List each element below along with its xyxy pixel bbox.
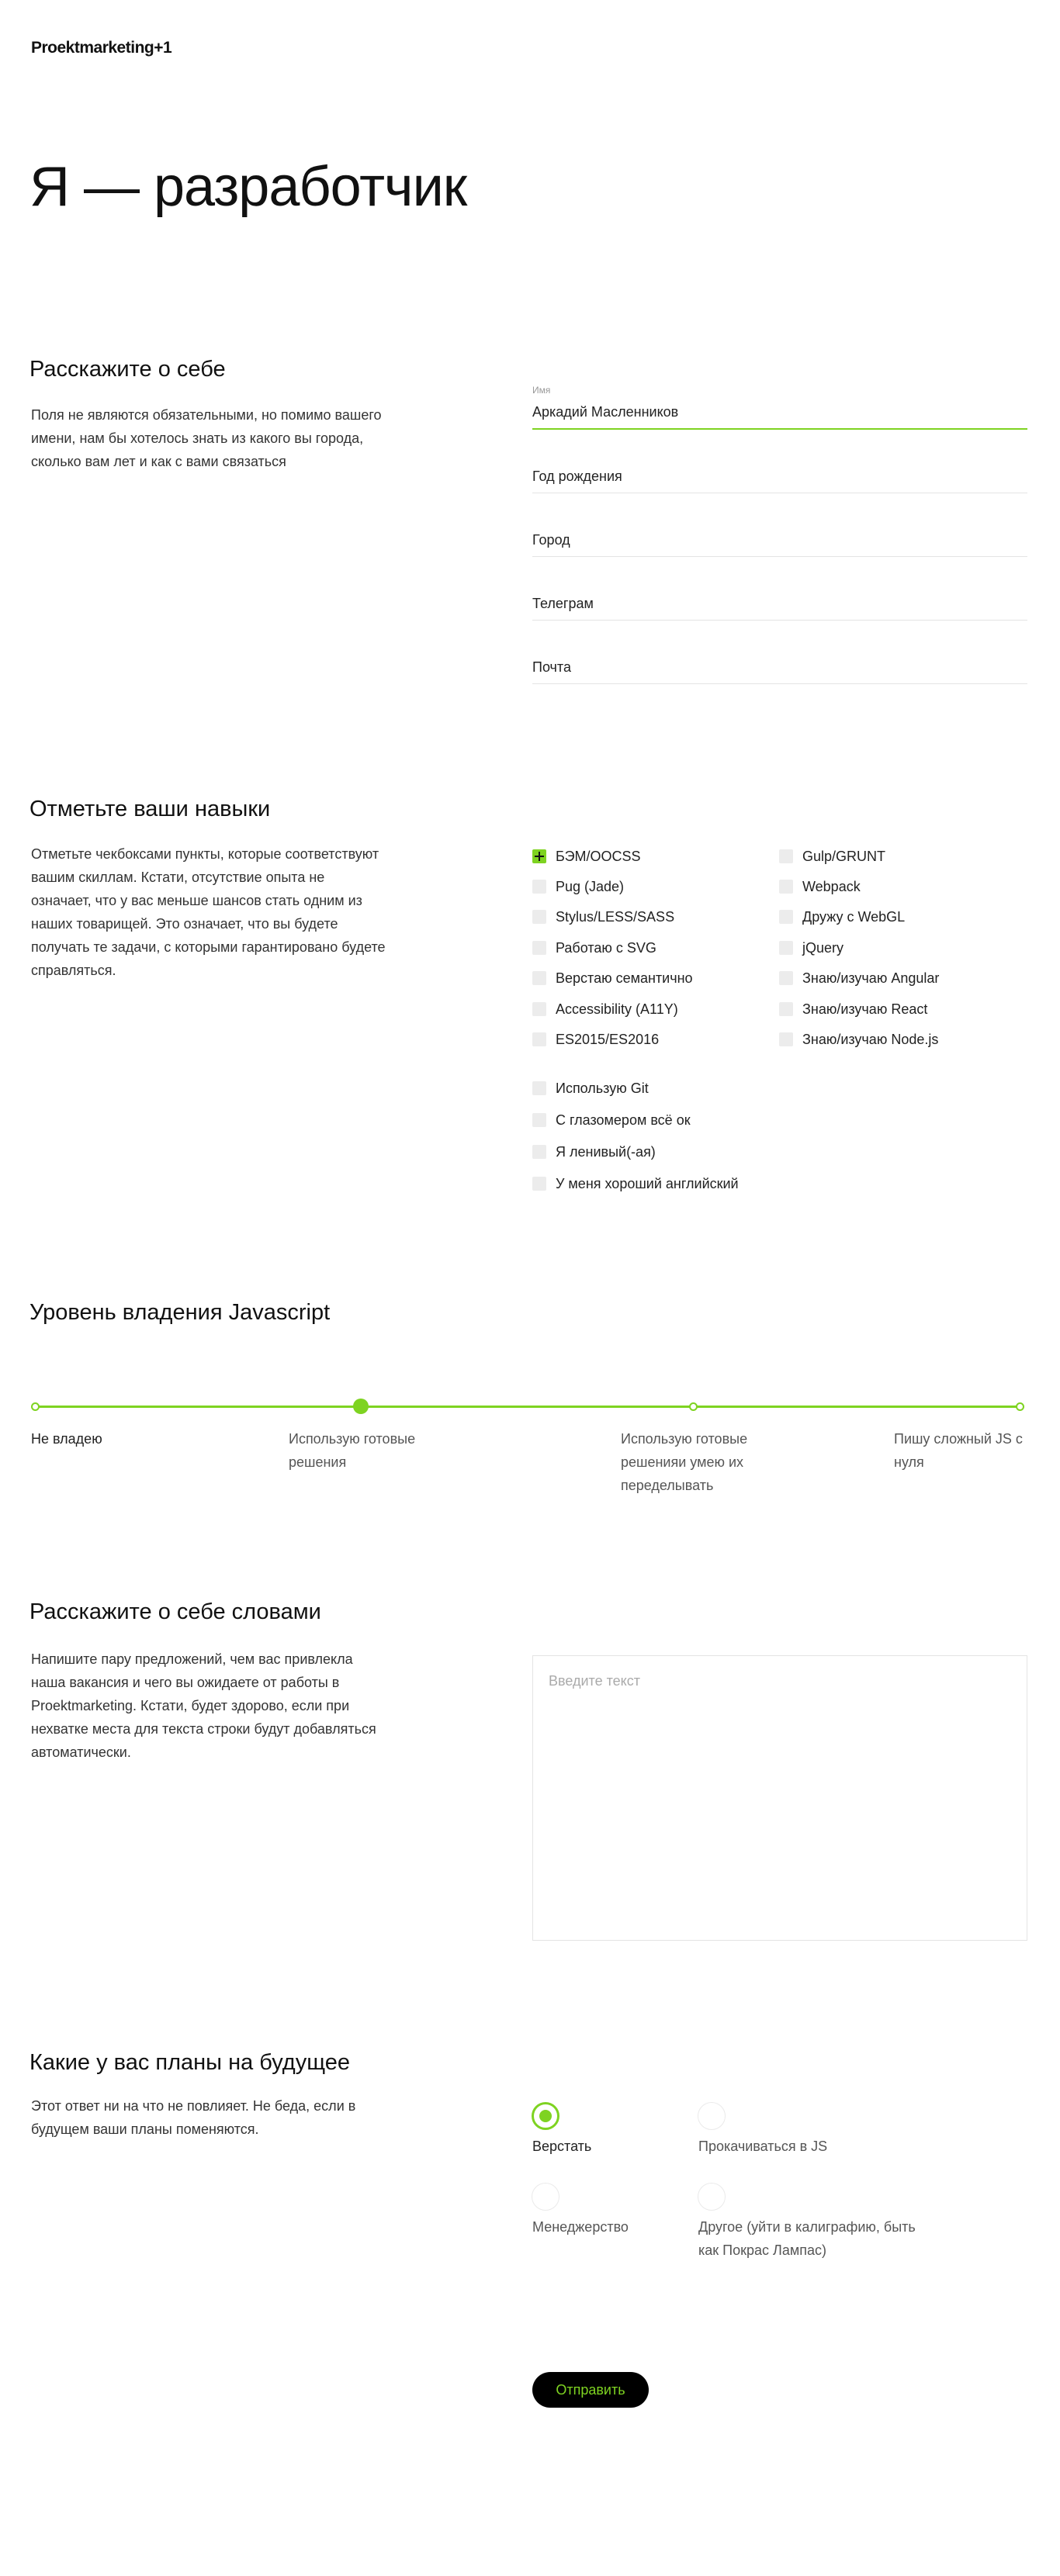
skill-checkbox[interactable]: Знаю/изучаю Angular: [779, 969, 939, 987]
skills-description: Отметьте чекбоксами пункты, которые соот…: [31, 846, 386, 978]
checkbox-icon: [532, 1032, 546, 1046]
radio-management[interactable]: [532, 2183, 559, 2211]
name-field[interactable]: Имя Аркадий Масленников: [532, 385, 1027, 430]
birth-year-label: Год рождения: [532, 469, 622, 484]
skill-checkbox[interactable]: Знаю/изучаю React: [779, 1000, 927, 1018]
radio-verstat[interactable]: [532, 2102, 559, 2130]
plan-label-0[interactable]: Верстать: [532, 2135, 591, 2158]
plan-label-3[interactable]: Другое (уйти в калиграфию, быть как Покр…: [698, 2215, 923, 2262]
plan-label-1[interactable]: Прокачиваться в JS: [698, 2135, 827, 2158]
plans-description: Этот ответ ни на что не повлияет. Не бед…: [31, 2098, 356, 2137]
skill-checkbox[interactable]: ES2015/ES2016: [532, 1030, 659, 1049]
checkbox-icon: [779, 1002, 793, 1016]
skill-checkbox[interactable]: Stylus/LESS/SASS: [532, 908, 674, 926]
skill-checkbox[interactable]: Дружу с WebGL: [779, 908, 905, 926]
checkbox-icon: [532, 1177, 546, 1191]
telegram-field[interactable]: Телеграм: [532, 586, 1027, 621]
plans-title: Какие у вас планы на будущее: [29, 2050, 351, 2075]
skill-checkbox[interactable]: Я ленивый(-ая): [532, 1143, 656, 1161]
checkbox-checked-icon: [532, 849, 546, 863]
about-title: Расскажите о себе: [29, 357, 226, 382]
about-words-title: Расскажите о себе словами: [29, 1599, 321, 1624]
name-value: Аркадий Масленников: [532, 404, 679, 420]
skill-checkbox[interactable]: Верстаю семантично: [532, 969, 693, 987]
level-label-0[interactable]: Не владею: [31, 1427, 186, 1451]
submit-button[interactable]: Отправить: [532, 2372, 649, 2408]
skill-checkbox[interactable]: Знаю/изучаю Node.js: [779, 1030, 938, 1049]
checkbox-icon: [532, 1002, 546, 1016]
skill-checkbox[interactable]: У меня хороший английский: [532, 1174, 739, 1193]
skill-checkbox[interactable]: jQuery: [779, 939, 843, 957]
checkbox-icon: [532, 941, 546, 955]
checkbox-icon: [779, 941, 793, 955]
radio-other[interactable]: [698, 2183, 726, 2211]
skill-checkbox[interactable]: С глазомером всё ок: [532, 1111, 691, 1129]
level-label-1[interactable]: Использую готовые решения: [289, 1427, 452, 1474]
level-label-3[interactable]: Пишу сложный JS с нуля: [894, 1427, 1026, 1474]
checkbox-icon: [532, 1081, 546, 1095]
page-title: Я — разработчик: [29, 156, 467, 218]
email-field[interactable]: Почта: [532, 650, 1027, 684]
skill-checkbox[interactable]: БЭМ/OOCSS: [532, 847, 641, 866]
name-label: Имя: [532, 385, 551, 396]
radio-js[interactable]: [698, 2102, 726, 2130]
slider-stop-0[interactable]: [31, 1402, 40, 1411]
email-label: Почта: [532, 659, 571, 675]
skill-checkbox[interactable]: Pug (Jade): [532, 877, 624, 896]
checkbox-icon: [532, 1113, 546, 1127]
js-level-title: Уровень владения Javascript: [29, 1300, 331, 1325]
checkbox-icon: [532, 971, 546, 985]
skill-checkbox[interactable]: Использую Git: [532, 1079, 649, 1098]
skill-checkbox[interactable]: Accessibility (A11Y): [532, 1000, 678, 1018]
about-description: Поля не являются обязательными, но помим…: [31, 407, 382, 469]
checkbox-icon: [779, 880, 793, 894]
birth-year-field[interactable]: Год рождения: [532, 459, 1027, 493]
logo: Proektmarketing+1: [31, 39, 172, 57]
plan-label-2[interactable]: Менеджерство: [532, 2215, 629, 2239]
checkbox-icon: [779, 971, 793, 985]
slider-stop-2[interactable]: [689, 1402, 698, 1411]
about-textarea[interactable]: [532, 1655, 1027, 1941]
skill-checkbox[interactable]: Работаю с SVG: [532, 939, 656, 957]
js-level-slider-track[interactable]: [34, 1406, 1020, 1408]
about-words-description: Напишите пару предложений, чем вас привл…: [31, 1651, 376, 1760]
checkbox-icon: [532, 910, 546, 924]
level-label-2[interactable]: Использую готовые решенияи умею их перед…: [621, 1427, 776, 1497]
telegram-label: Телеграм: [532, 596, 594, 611]
skills-title: Отметьте ваши навыки: [29, 797, 271, 821]
city-field[interactable]: Город: [532, 523, 1027, 557]
slider-stop-3[interactable]: [1016, 1402, 1024, 1411]
skill-checkbox[interactable]: Gulp/GRUNT: [779, 847, 885, 866]
checkbox-icon: [779, 1032, 793, 1046]
skill-checkbox[interactable]: Webpack: [779, 877, 861, 896]
checkbox-icon: [532, 1145, 546, 1159]
city-label: Город: [532, 532, 570, 548]
checkbox-icon: [779, 849, 793, 863]
checkbox-icon: [779, 910, 793, 924]
slider-handle[interactable]: [353, 1399, 369, 1414]
checkbox-icon: [532, 880, 546, 894]
